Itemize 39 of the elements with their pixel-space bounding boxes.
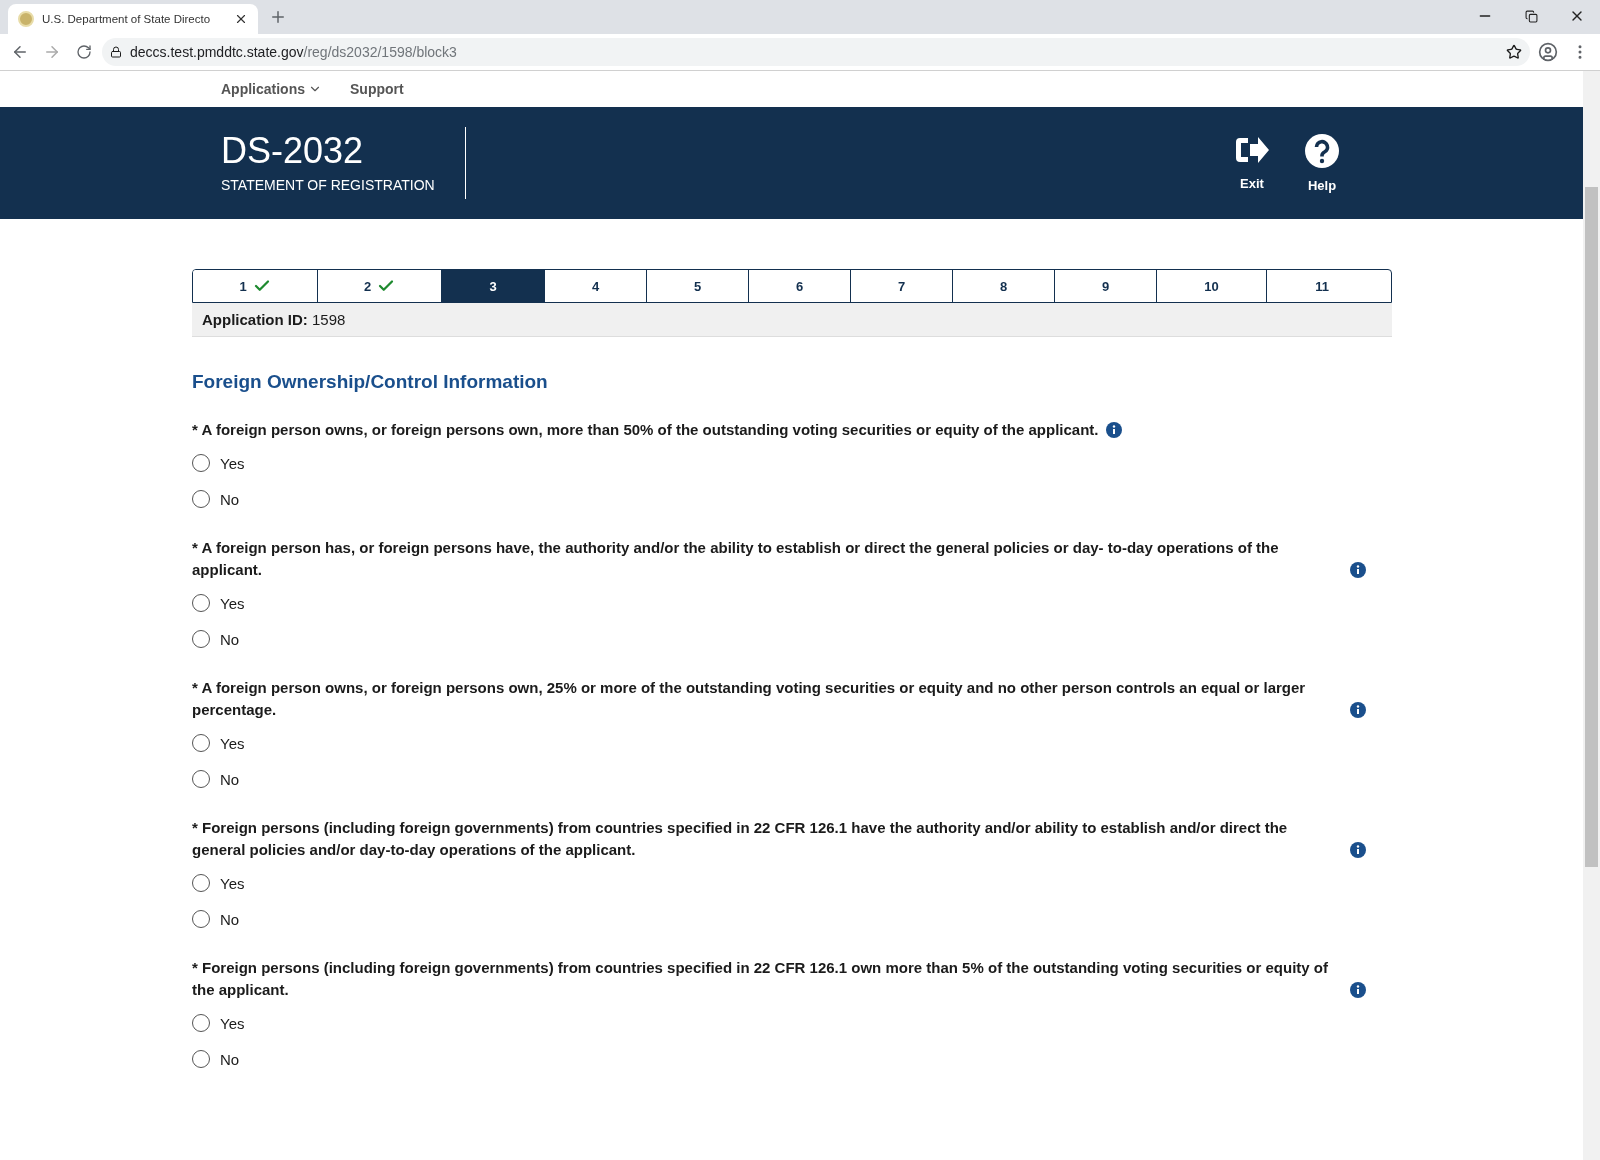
radio-option[interactable]: No <box>192 761 1392 797</box>
form-title: DS-2032 <box>221 133 365 169</box>
url-text: deccs.test.pmddtc.state.gov/reg/ds2032/1598/block3 <box>130 44 457 60</box>
radio-option[interactable]: No <box>192 481 1392 517</box>
info-icon[interactable] <box>1350 842 1366 858</box>
help-link[interactable]: Help <box>1301 133 1343 193</box>
radio-option[interactable]: Yes <box>192 1005 1392 1041</box>
radio-option[interactable]: Yes <box>192 585 1392 621</box>
application-id: Application ID: 1598 <box>192 303 1392 337</box>
section-title: Foreign Ownership/Control Information <box>192 371 549 393</box>
info-icon[interactable] <box>1350 562 1366 578</box>
info-icon[interactable] <box>1350 702 1366 718</box>
star-icon[interactable] <box>1506 44 1522 60</box>
lock-icon <box>110 46 122 58</box>
address-bar[interactable]: deccs.test.pmddtc.state.gov/reg/ds2032/1598/block3 <box>102 38 1530 66</box>
info-icon[interactable] <box>1350 982 1366 998</box>
radio-option[interactable]: Yes <box>192 445 1392 481</box>
close-icon[interactable] <box>234 12 248 26</box>
step-tab[interactable]: 3 <box>441 270 544 302</box>
radio-option[interactable]: No <box>192 901 1392 937</box>
help-icon <box>1305 133 1339 168</box>
nav-link[interactable]: Applications <box>221 81 322 97</box>
form-subtitle: STATEMENT OF REGISTRATION <box>221 177 435 193</box>
radio-option[interactable]: No <box>192 1041 1392 1077</box>
question-text: * A foreign person has, or foreign persons have, the authority and/or the ability to establish or direct the general policies or day- to-day operations of the applicant. <box>192 538 1280 580</box>
seal-icon <box>18 11 34 27</box>
tab-title: U.S. Department of State Directo <box>42 13 212 25</box>
question-text: * A foreign person owns, or foreign persons own, 25% or more of the outstanding voting securities or equity and no other person controls an equal or larger percentage. <box>192 678 1307 720</box>
exit-link[interactable]: Exit <box>1231 133 1273 193</box>
radio-option[interactable]: No <box>192 621 1392 657</box>
scrollbar[interactable] <box>1583 71 1600 1160</box>
nav-link[interactable]: Support <box>350 81 404 97</box>
question-text: * Foreign persons (including foreign governments) from countries specified in 22 CFR 126.1 own more than 5% of the outstanding voting securities or equity of the applicant. <box>192 958 1329 1000</box>
radio-option[interactable]: Yes <box>192 865 1392 901</box>
question-text: * Foreign persons (including foreign governments) from countries specified in 22 CFR 126.1 have the authority and/or ability to establish and/or direct the general policies and/or day-to-day operations of the applicant. <box>192 818 1289 860</box>
question-text: * A foreign person owns, or foreign persons own, more than 50% of the outstanding voting securities or equity of the applicant. <box>192 420 1099 440</box>
info-icon[interactable] <box>1106 422 1123 438</box>
radio-option[interactable]: Yes <box>192 725 1392 761</box>
browser-tab[interactable]: U.S. Department of State Directo <box>8 4 258 34</box>
